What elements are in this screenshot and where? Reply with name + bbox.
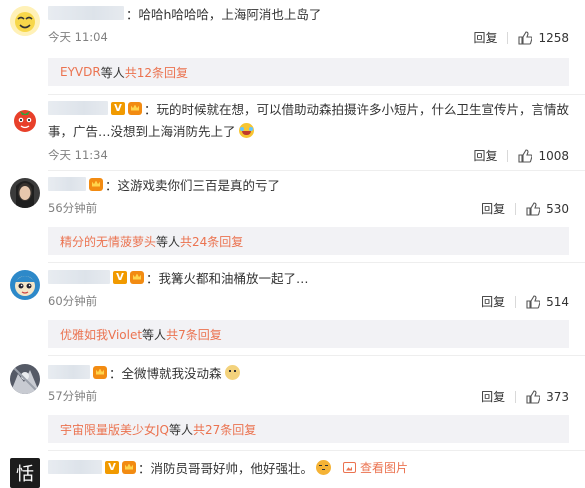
sub-replies-box[interactable]: EYVDR 等人 共12条回复 <box>48 58 569 86</box>
divider <box>515 202 517 215</box>
timestamp: 今天 11:04 <box>48 30 108 44</box>
comment-actions: 回复 1258 <box>473 29 569 46</box>
username[interactable] <box>48 365 90 379</box>
sub-reply-user[interactable]: 宇宙限量版美少女JQ <box>60 421 169 438</box>
sub-reply-user[interactable]: EYVDR <box>60 65 101 79</box>
avatar-glyph: 恬 <box>16 464 34 485</box>
sub-reply-count[interactable]: 共7条回复 <box>166 326 222 343</box>
username[interactable] <box>48 460 102 474</box>
like-count: 373 <box>546 389 569 404</box>
sub-reply-count[interactable]: 共27条回复 <box>193 421 256 438</box>
reply-button[interactable]: 回复 <box>473 29 497 46</box>
v-badge: V <box>105 460 119 474</box>
thumb-up-icon[interactable] <box>518 148 533 163</box>
v-badge: V <box>111 101 125 115</box>
pout-emoji <box>316 459 332 475</box>
reply-button[interactable]: 回复 <box>473 147 497 164</box>
username[interactable] <box>48 6 124 20</box>
divider <box>48 450 585 451</box>
avatar[interactable] <box>10 104 40 134</box>
like-count: 1008 <box>538 148 569 163</box>
sub-reply-mid: 等人 <box>100 65 125 80</box>
comment-actions: 回复 530 <box>481 200 569 217</box>
divider <box>507 149 509 162</box>
comment-text: ：哈哈h哈哈哈，上海阿消也上岛了 <box>126 6 322 22</box>
comment-text: ：我篝火都和油桶放一起了… <box>146 270 309 286</box>
username[interactable] <box>48 270 110 284</box>
timestamp: 60分钟前 <box>48 294 98 308</box>
username[interactable] <box>48 177 86 191</box>
avatar[interactable] <box>10 178 40 208</box>
divider <box>515 390 517 403</box>
sub-reply-user[interactable]: 精分的无情菠萝头 <box>60 233 156 250</box>
thumb-up-icon[interactable] <box>526 201 541 216</box>
comment-actions: 回复 1008 <box>473 147 569 164</box>
username[interactable] <box>48 101 108 115</box>
sub-replies-box[interactable]: 精分的无情菠萝头 等人 共24条回复 <box>48 227 569 255</box>
comment-text-cont: 事，广告…没想到上海消防先上了 <box>48 121 254 140</box>
thumb-up-icon[interactable] <box>526 389 541 404</box>
crown-badge <box>130 270 144 284</box>
thumb-up-icon[interactable] <box>518 30 533 45</box>
crown-badge <box>128 101 142 115</box>
like-count: 1258 <box>538 30 569 45</box>
divider <box>515 295 517 308</box>
sub-replies-box[interactable]: 优雅如我Violet 等人 共7条回复 <box>48 320 569 348</box>
crown-badge <box>122 460 136 474</box>
picture-icon <box>343 461 357 473</box>
like-count: 530 <box>546 201 569 216</box>
v-badge: V <box>113 270 127 284</box>
avatar[interactable] <box>10 6 40 36</box>
sub-reply-count[interactable]: 共12条回复 <box>125 64 188 81</box>
comment-actions: 回复 514 <box>481 293 569 310</box>
avatar[interactable] <box>10 270 40 300</box>
doge-emoji <box>224 364 240 380</box>
sub-reply-mid: 等人 <box>156 234 181 249</box>
divider <box>48 262 585 263</box>
reply-button[interactable]: 回复 <box>481 293 505 310</box>
sub-reply-mid: 等人 <box>169 422 194 437</box>
divider <box>48 170 585 171</box>
divider <box>507 31 509 44</box>
crown-badge <box>93 365 107 379</box>
like-count: 514 <box>546 294 569 309</box>
comment-text: ：全微博就我没动森 <box>109 365 222 381</box>
view-picture-label: 查看图片 <box>360 460 409 475</box>
timestamp: 57分钟前 <box>48 389 98 403</box>
crown-badge <box>89 177 103 191</box>
timestamp: 今天 11:34 <box>48 148 108 162</box>
sub-replies-box[interactable]: 宇宙限量版美少女JQ 等人 共27条回复 <box>48 415 569 443</box>
reply-button[interactable]: 回复 <box>481 388 505 405</box>
sub-reply-count[interactable]: 共24条回复 <box>180 233 243 250</box>
comment-actions: 回复 373 <box>481 388 569 405</box>
thumb-up-icon[interactable] <box>526 294 541 309</box>
view-picture-link[interactable]: 查看图片 <box>343 459 408 476</box>
divider <box>48 94 585 95</box>
sub-reply-user[interactable]: 优雅如我Violet <box>60 326 142 343</box>
laugh-emoji <box>238 123 254 138</box>
comment-text: ：玩的时候就在想，可以借助动森拍摄许多小短片，什么卫生宣传片，言情故 <box>144 101 570 117</box>
avatar[interactable]: 恬 <box>10 458 40 488</box>
reply-button[interactable]: 回复 <box>481 200 505 217</box>
comment-text: ：这游戏卖你们三百是真的亏了 <box>105 177 281 193</box>
avatar[interactable] <box>10 364 40 394</box>
timestamp: 56分钟前 <box>48 201 98 215</box>
comment-text: ：消防员哥哥好帅，他好强壮。 <box>138 460 314 476</box>
comment-text-line2: 事，广告…没想到上海消防先上了 <box>48 124 236 139</box>
sub-reply-mid: 等人 <box>142 327 167 342</box>
divider <box>48 355 585 356</box>
